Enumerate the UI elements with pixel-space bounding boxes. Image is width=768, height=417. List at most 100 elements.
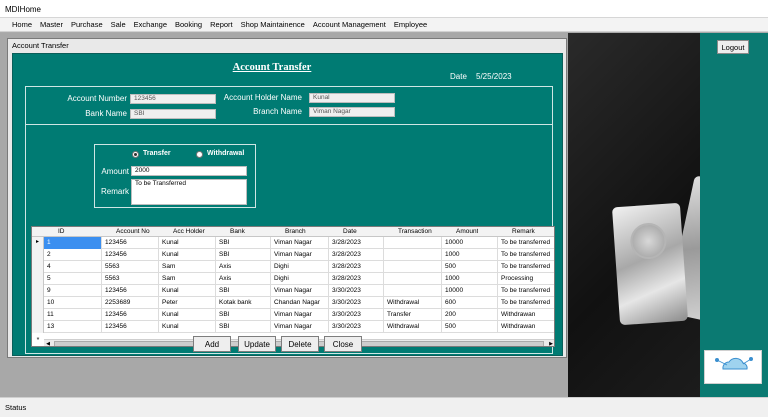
branch-name-field[interactable]: Viman Nagar — [309, 107, 395, 117]
cell-branch[interactable]: Viman Nagar — [271, 285, 329, 297]
cell-id[interactable]: 10 — [44, 297, 102, 309]
menu-employee[interactable]: Employee — [394, 20, 427, 29]
cell-branch[interactable]: Viman Nagar — [271, 309, 329, 321]
cell-bank[interactable]: SBI — [216, 309, 271, 321]
cell-remark[interactable]: Processing — [498, 273, 554, 285]
cell-branch[interactable]: Viman Nagar — [271, 237, 329, 249]
cell-date[interactable]: 3/28/2023 — [329, 273, 384, 285]
cell-amount[interactable]: 1000 — [442, 273, 498, 285]
cell-amount[interactable]: 500 — [442, 321, 498, 333]
menu-booking[interactable]: Booking — [175, 20, 202, 29]
row-header[interactable] — [32, 273, 44, 285]
cell-amount[interactable]: 10000 — [442, 237, 498, 249]
cell-account-no[interactable]: 2253689 — [102, 297, 159, 309]
update-button[interactable]: Update — [238, 336, 276, 352]
table-row[interactable]: 5 5563 Sam Axis Dighi 3/28/2023 1000 Processing — [32, 273, 554, 285]
cell-date[interactable]: 3/28/2023 — [329, 261, 384, 273]
cell-bank[interactable]: SBI — [216, 237, 271, 249]
row-header[interactable] — [32, 321, 44, 333]
column-header-remark[interactable]: Remark — [512, 228, 535, 235]
cell-branch[interactable]: Dighi — [271, 261, 329, 273]
remark-textarea[interactable]: To be Transferred — [131, 179, 247, 205]
holder-name-field[interactable]: Kunal — [309, 93, 395, 103]
table-row[interactable]: 4 5563 Sam Axis Dighi 3/28/2023 500 To be trans… — [32, 261, 554, 273]
cell-remark[interactable]: To be transferred — [498, 237, 554, 249]
column-header-acc-holder[interactable]: Acc Holder — [173, 228, 205, 235]
menu-purchase[interactable]: Purchase — [71, 20, 103, 29]
cell-acc-holder[interactable]: Kunal — [159, 237, 216, 249]
menu-shop-maintainence[interactable]: Shop Maintainence — [241, 20, 305, 29]
cell-remark[interactable]: To be transferred — [498, 297, 554, 309]
row-header[interactable] — [32, 297, 44, 309]
cell-remark[interactable]: Withdrawan — [498, 321, 554, 333]
transactions-grid[interactable]: ID Account No Acc Holder Bank Branch Dat… — [31, 226, 555, 347]
account-number-field[interactable]: 123456 — [130, 94, 216, 104]
cell-account-no[interactable]: 123456 — [102, 309, 159, 321]
cell-branch[interactable]: Viman Nagar — [271, 321, 329, 333]
table-row[interactable]: 9 123456 Kunal SBI Viman Nagar 3/30/2023 10000… — [32, 285, 554, 297]
new-row-marker[interactable]: * — [32, 335, 44, 346]
cell-branch[interactable]: Dighi — [271, 273, 329, 285]
cell-account-no[interactable]: 123456 — [102, 249, 159, 261]
cell-account-no[interactable]: 5563 — [102, 261, 159, 273]
close-button[interactable]: Close — [324, 336, 362, 352]
cell-transaction[interactable]: Withdrawal — [384, 297, 442, 309]
cell-bank[interactable]: SBI — [216, 249, 271, 261]
menu-home[interactable]: Home — [12, 20, 32, 29]
cell-date[interactable]: 3/28/2023 — [329, 237, 384, 249]
cell-transaction[interactable] — [384, 237, 442, 249]
cell-acc-holder[interactable]: Peter — [159, 297, 216, 309]
cell-id[interactable]: 9 — [44, 285, 102, 297]
cell-remark[interactable]: To be transferred — [498, 285, 554, 297]
cell-acc-holder[interactable]: Kunal — [159, 249, 216, 261]
cell-bank[interactable]: Axis — [216, 261, 271, 273]
cell-id[interactable]: 2 — [44, 249, 102, 261]
cell-amount[interactable]: 10000 — [442, 285, 498, 297]
table-row[interactable]: ▸ 1 123456 Kunal SBI Viman Nagar 3/28/2023 1000… — [32, 237, 554, 249]
cell-date[interactable]: 3/30/2023 — [329, 321, 384, 333]
cell-amount[interactable]: 1000 — [442, 249, 498, 261]
withdrawal-radio[interactable] — [196, 151, 203, 158]
column-header-branch[interactable]: Branch — [285, 228, 306, 235]
cell-remark[interactable]: Withdrawan — [498, 309, 554, 321]
cell-bank[interactable]: SBI — [216, 285, 271, 297]
cell-transaction[interactable] — [384, 273, 442, 285]
cell-date[interactable]: 3/30/2023 — [329, 285, 384, 297]
cell-date[interactable]: 3/30/2023 — [329, 309, 384, 321]
cell-id[interactable]: 4 — [44, 261, 102, 273]
add-button[interactable]: Add — [193, 336, 231, 352]
delete-button[interactable]: Delete — [281, 336, 319, 352]
menu-report[interactable]: Report — [210, 20, 233, 29]
cell-branch[interactable]: Chandan Nagar — [271, 297, 329, 309]
cell-id[interactable]: 13 — [44, 321, 102, 333]
transfer-radio[interactable] — [132, 151, 139, 158]
cell-account-no[interactable]: 123456 — [102, 321, 159, 333]
cell-bank[interactable]: Axis — [216, 273, 271, 285]
menu-master[interactable]: Master — [40, 20, 63, 29]
table-row[interactable]: 2 123456 Kunal SBI Viman Nagar 3/28/2023 1000 T… — [32, 249, 554, 261]
logout-button[interactable]: Logout — [717, 40, 749, 54]
bank-name-field[interactable]: SBI — [130, 109, 216, 119]
cell-transaction[interactable]: Withdrawal — [384, 321, 442, 333]
cell-acc-holder[interactable]: Kunal — [159, 321, 216, 333]
amount-field[interactable]: 2000 — [131, 166, 247, 176]
column-header-transaction[interactable]: Transaction — [398, 228, 432, 235]
cell-transaction[interactable] — [384, 261, 442, 273]
cell-acc-holder[interactable]: Kunal — [159, 309, 216, 321]
row-header[interactable] — [32, 309, 44, 321]
cell-date[interactable]: 3/28/2023 — [329, 249, 384, 261]
cell-acc-holder[interactable]: Sam — [159, 261, 216, 273]
cell-id[interactable]: 11 — [44, 309, 102, 321]
cell-id[interactable]: 1 — [44, 237, 102, 249]
cell-acc-holder[interactable]: Sam — [159, 273, 216, 285]
cell-amount[interactable]: 600 — [442, 297, 498, 309]
cell-transaction[interactable] — [384, 249, 442, 261]
table-row[interactable]: 10 2253689 Peter Kotak bank Chandan Nagar 3/3… — [32, 297, 554, 309]
cell-remark[interactable]: To be transferred — [498, 261, 554, 273]
cell-account-no[interactable]: 5563 — [102, 273, 159, 285]
column-header-bank[interactable]: Bank — [230, 228, 245, 235]
menu-exchange[interactable]: Exchange — [134, 20, 167, 29]
cell-amount[interactable]: 200 — [442, 309, 498, 321]
scroll-left-icon[interactable]: ◀ — [44, 340, 52, 346]
column-header-date[interactable]: Date — [343, 228, 357, 235]
